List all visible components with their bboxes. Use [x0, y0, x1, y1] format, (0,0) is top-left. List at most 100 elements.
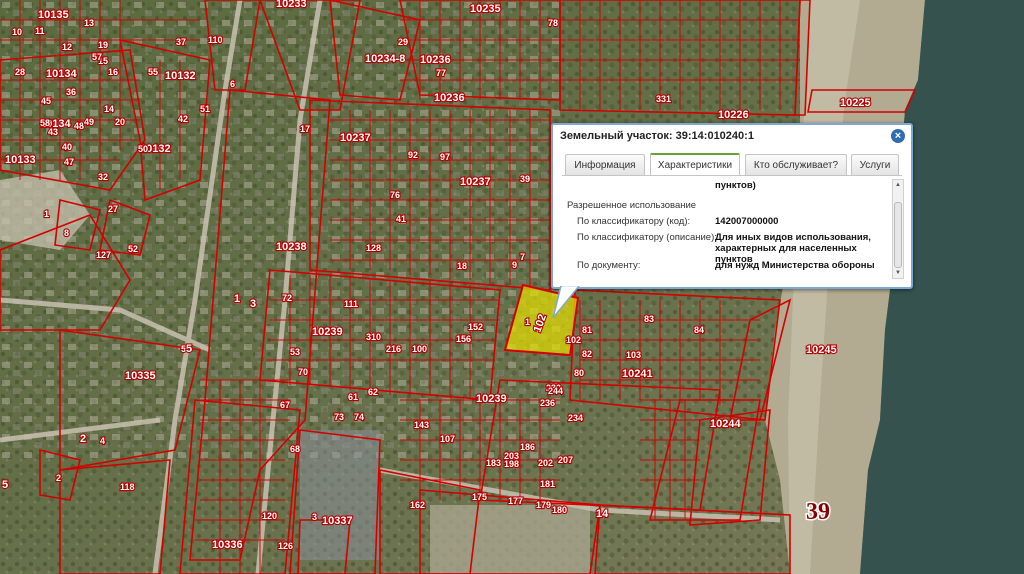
region-label: 39: [806, 499, 830, 525]
scrollbar[interactable]: ▲ ▼: [892, 179, 904, 279]
road-label: 3: [250, 298, 256, 310]
parcel-label: 2: [56, 473, 61, 483]
tab-characteristics[interactable]: Характеристики: [650, 153, 740, 176]
parcel-label: 81: [582, 325, 592, 335]
block-label: 10336: [212, 539, 243, 551]
parcel-label: 41: [396, 214, 406, 224]
block-label: 10134: [46, 68, 77, 80]
parcel-label: 39: [520, 174, 530, 184]
parcel-label: 61: [348, 392, 358, 402]
parcel-label: 29: [398, 37, 408, 47]
parcel-label: 4: [100, 436, 105, 446]
parcel-label: 92: [408, 150, 418, 160]
tab-services[interactable]: Услуги: [851, 154, 899, 175]
parcel-label: 36: [66, 87, 76, 97]
parcel-label: 128: [366, 243, 381, 253]
parcel-label: 55: [148, 67, 158, 77]
block-label: 10244: [710, 418, 741, 430]
block-label: 10239: [312, 326, 343, 338]
parcel-label: 310: [366, 332, 381, 342]
block-label: 10236: [434, 92, 465, 104]
road-label: 14: [596, 508, 609, 520]
parcel-label: 40: [62, 142, 72, 152]
parcel-label: 32: [98, 172, 108, 182]
parcel-label: 14: [104, 104, 114, 114]
parcel-label: 70: [298, 367, 308, 377]
block-label: 10234-8: [365, 53, 405, 65]
row-key: По документу:: [577, 260, 641, 271]
scrollbar-thumb[interactable]: [894, 202, 902, 268]
road-label: 5: [186, 343, 192, 355]
parcel-label: 186: [520, 442, 535, 452]
parcel-label: 82: [582, 349, 592, 359]
close-icon[interactable]: ×: [891, 129, 905, 143]
parcel-label: 179: [536, 500, 551, 510]
parcel-label: 52: [128, 244, 138, 254]
parcel-label: 58: [40, 118, 50, 128]
parcel-label: 127: [96, 250, 111, 260]
parcel-label: 180: [552, 505, 567, 515]
block-label: 10239: [476, 393, 507, 405]
road-label: 5: [2, 479, 8, 491]
scroll-down-icon[interactable]: ▼: [893, 268, 903, 278]
parcel-label: 103: [626, 350, 641, 360]
parcel-label: 57: [92, 52, 102, 62]
parcel-label: 83: [644, 314, 654, 324]
parcel-label: 49: [84, 117, 94, 127]
parcel-label: 207: [558, 455, 573, 465]
parcel-label: 72: [282, 293, 292, 303]
parcel-label: 120: [262, 511, 277, 521]
parcel-label: 216: [386, 344, 401, 354]
parcel-label: 11: [35, 26, 45, 36]
block-label: 10238: [276, 241, 307, 253]
parcel-label: 53: [290, 347, 300, 357]
block-label: 10237: [340, 132, 371, 144]
parcel-label: 177: [508, 496, 523, 506]
parcel-label: 12: [62, 42, 72, 52]
parcel-label: 162: [410, 500, 425, 510]
row-value: 142007000000: [715, 216, 779, 227]
characteristics-content: пунктов) Разрешенное использование По кл…: [563, 178, 888, 278]
parcel-label: 28: [15, 67, 25, 77]
parcel-label: 13: [84, 18, 94, 28]
open-field: [430, 505, 590, 574]
tab-info[interactable]: Информация: [565, 154, 645, 175]
parcel-label: 118: [120, 482, 135, 492]
parcel-label: 67: [280, 400, 290, 410]
parcel-label: 19: [98, 40, 108, 50]
parcel-label: 17: [300, 124, 310, 134]
parcel-label: 183: [486, 458, 501, 468]
block-label: 10233: [276, 0, 307, 10]
parcel-label: 27: [108, 204, 118, 214]
parcel-label: 152: [468, 322, 483, 332]
parcel-label: 42: [178, 114, 188, 124]
parcel-label: 156: [456, 334, 471, 344]
parcel-label: 68: [290, 444, 300, 454]
parcel-label: 244: [548, 386, 563, 396]
parcel-label: 100: [412, 344, 427, 354]
parcel-label: 97: [440, 152, 450, 162]
parcel-label: 76: [390, 190, 400, 200]
parcel-label: 78: [548, 18, 558, 28]
parcel-label: 107: [440, 434, 455, 444]
parcel-label: 77: [436, 68, 446, 78]
block-label: 10135: [38, 9, 69, 21]
parcel-label: 3: [312, 512, 317, 522]
block-label: 10236: [420, 54, 451, 66]
parcel-label: 7: [520, 252, 525, 262]
tab-who-serves[interactable]: Кто обслуживает?: [745, 154, 847, 175]
block-label: 10335: [125, 370, 156, 382]
parcel-label: 43: [48, 127, 58, 137]
parcel-info-popup: Земельный участок: 39:14:010240:1 × Инфо…: [551, 123, 913, 289]
block-label: 10235: [470, 3, 501, 15]
scroll-up-icon[interactable]: ▲: [893, 180, 903, 190]
parcel-label: 236: [540, 398, 555, 408]
parcel-label: 37: [176, 37, 186, 47]
parcel-label: 18: [457, 261, 467, 271]
parcel-label: 20: [115, 117, 125, 127]
parcel-label: 175: [472, 492, 487, 502]
block-label: 10245: [806, 344, 837, 356]
parcel-label: 8: [64, 228, 69, 238]
road-label: 1: [234, 293, 240, 305]
parcel-label: 203: [504, 451, 519, 461]
